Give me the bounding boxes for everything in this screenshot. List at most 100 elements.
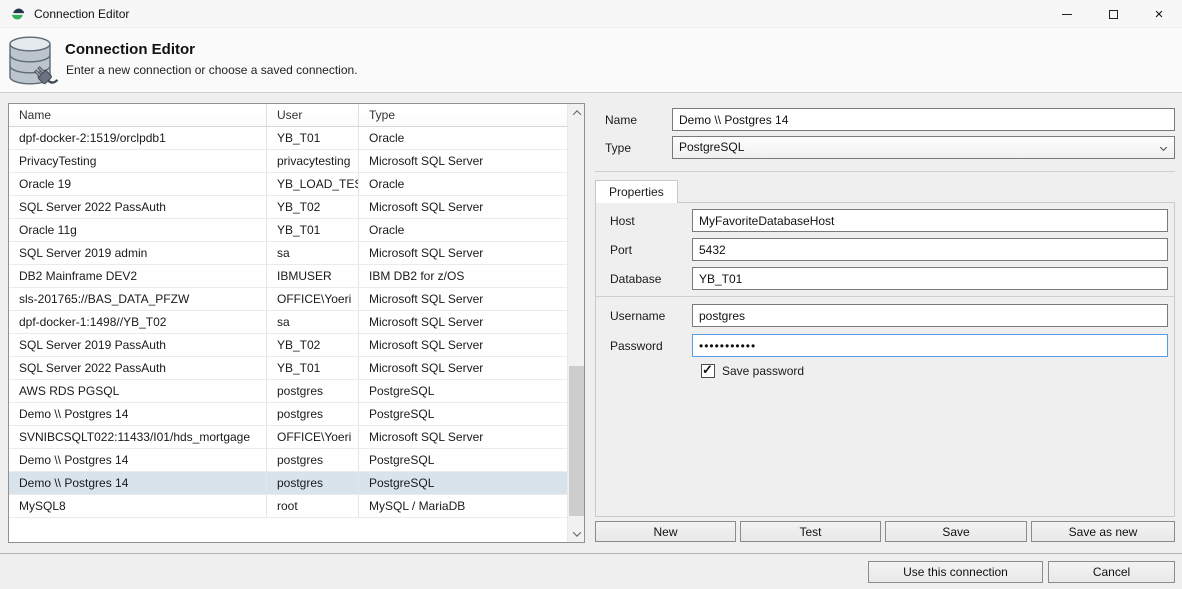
cell-user: root xyxy=(267,495,359,517)
saved-connections-table: Name User Type dpf-docker-2:1519/orclpdb… xyxy=(8,103,585,543)
cell-name: SQL Server 2019 PassAuth xyxy=(9,334,267,356)
cell-name: Demo \\ Postgres 14 xyxy=(9,403,267,425)
cell-type: Microsoft SQL Server xyxy=(359,334,567,356)
column-header-name[interactable]: Name xyxy=(9,104,267,126)
form-divider xyxy=(595,171,1175,172)
table-row[interactable]: Oracle 19 YB_LOAD_TEST Oracle xyxy=(9,173,567,196)
save-password-checkbox[interactable] xyxy=(701,364,715,378)
cell-name: MySQL8 xyxy=(9,495,267,517)
cell-name: SQL Server 2022 PassAuth xyxy=(9,357,267,379)
cell-type: MySQL / MariaDB xyxy=(359,495,567,517)
cell-type: Microsoft SQL Server xyxy=(359,311,567,333)
cell-name: Oracle 19 xyxy=(9,173,267,195)
app-logo-icon xyxy=(10,6,26,22)
cell-type: Oracle xyxy=(359,127,567,149)
table-row[interactable]: dpf-docker-1:1498//YB_T02 sa Microsoft S… xyxy=(9,311,567,334)
username-input[interactable] xyxy=(692,304,1168,327)
cell-user: privacytesting xyxy=(267,150,359,172)
cell-name: dpf-docker-1:1498//YB_T02 xyxy=(9,311,267,333)
page-title: Connection Editor xyxy=(65,41,195,58)
save-as-new-button[interactable]: Save as new xyxy=(1031,521,1175,542)
table-row[interactable]: MySQL8 root MySQL / MariaDB xyxy=(9,495,567,518)
table-row[interactable]: SQL Server 2019 PassAuth YB_T02 Microsof… xyxy=(9,334,567,357)
cell-user: postgres xyxy=(267,380,359,402)
username-label: Username xyxy=(610,309,665,323)
cell-name: Oracle 11g xyxy=(9,219,267,241)
cell-user: OFFICE\Yoeri xyxy=(267,426,359,448)
cell-name: DB2 Mainframe DEV2 xyxy=(9,265,267,287)
table-row[interactable]: dpf-docker-2:1519/orclpdb1 YB_T01 Oracle xyxy=(9,127,567,150)
cell-type: Microsoft SQL Server xyxy=(359,426,567,448)
table-row[interactable]: AWS RDS PGSQL postgres PostgreSQL xyxy=(9,380,567,403)
cell-type: Oracle xyxy=(359,219,567,241)
database-input[interactable] xyxy=(692,267,1168,290)
test-button[interactable]: Test xyxy=(740,521,881,542)
title-bar: Connection Editor × xyxy=(0,0,1182,28)
table-row[interactable]: SQL Server 2019 admin sa Microsoft SQL S… xyxy=(9,242,567,265)
cell-user: postgres xyxy=(267,403,359,425)
maximize-icon xyxy=(1109,10,1118,19)
cell-name: PrivacyTesting xyxy=(9,150,267,172)
minimize-icon xyxy=(1062,14,1072,15)
cell-user: sa xyxy=(267,311,359,333)
table-row[interactable]: Demo \\ Postgres 14 postgres PostgreSQL xyxy=(9,472,567,495)
credentials-divider xyxy=(596,296,1174,297)
close-button[interactable]: × xyxy=(1136,0,1182,28)
table-row[interactable]: SQL Server 2022 PassAuth YB_T01 Microsof… xyxy=(9,357,567,380)
cell-user: YB_T02 xyxy=(267,196,359,218)
use-this-connection-button[interactable]: Use this connection xyxy=(868,561,1043,583)
table-row[interactable]: DB2 Mainframe DEV2 IBMUSER IBM DB2 for z… xyxy=(9,265,567,288)
database-label: Database xyxy=(610,272,661,286)
cell-name: Demo \\ Postgres 14 xyxy=(9,449,267,471)
header-banner: Connection Editor Enter a new connection… xyxy=(0,28,1182,93)
cell-name: SVNIBCSQLT022:11433/I01/hds_mortgage xyxy=(9,426,267,448)
cell-user: OFFICE\Yoeri xyxy=(267,288,359,310)
port-label: Port xyxy=(610,243,632,257)
cell-user: YB_T01 xyxy=(267,357,359,379)
cell-user: postgres xyxy=(267,449,359,471)
scroll-up-button[interactable] xyxy=(568,104,585,121)
port-input[interactable] xyxy=(692,238,1168,261)
table-row[interactable]: SVNIBCSQLT022:11433/I01/hds_mortgage OFF… xyxy=(9,426,567,449)
combo-chevron-down-icon xyxy=(1160,144,1167,151)
cell-user: postgres xyxy=(267,472,359,494)
host-input[interactable] xyxy=(692,209,1168,232)
page-subtitle: Enter a new connection or choose a saved… xyxy=(66,63,358,77)
minimize-button[interactable] xyxy=(1044,0,1090,28)
column-header-type[interactable]: Type xyxy=(359,104,567,126)
table-row[interactable]: SQL Server 2022 PassAuth YB_T02 Microsof… xyxy=(9,196,567,219)
footer-divider xyxy=(0,553,1182,554)
maximize-button[interactable] xyxy=(1090,0,1136,28)
scrollbar-thumb[interactable] xyxy=(569,366,584,516)
chevron-up-icon xyxy=(572,110,580,118)
table-row[interactable]: Demo \\ Postgres 14 postgres PostgreSQL xyxy=(9,449,567,472)
scroll-down-button[interactable] xyxy=(568,525,585,542)
cell-type: Microsoft SQL Server xyxy=(359,196,567,218)
column-header-user[interactable]: User xyxy=(267,104,359,126)
cell-type: PostgreSQL xyxy=(359,449,567,471)
cell-type: PostgreSQL xyxy=(359,380,567,402)
connection-editor-window: Connection Editor × Connection Editor En… xyxy=(0,0,1182,589)
type-select[interactable]: PostgreSQL xyxy=(672,136,1175,159)
table-row[interactable]: sls-201765://BAS_DATA_PFZW OFFICE\Yoeri … xyxy=(9,288,567,311)
cell-name: dpf-docker-2:1519/orclpdb1 xyxy=(9,127,267,149)
connection-name-input[interactable] xyxy=(672,108,1175,131)
table-row[interactable]: Demo \\ Postgres 14 postgres PostgreSQL xyxy=(9,403,567,426)
cell-user: YB_LOAD_TEST xyxy=(267,173,359,195)
cell-user: YB_T01 xyxy=(267,127,359,149)
cancel-button[interactable]: Cancel xyxy=(1048,561,1175,583)
cell-type: Microsoft SQL Server xyxy=(359,242,567,264)
cell-user: YB_T01 xyxy=(267,219,359,241)
table-row[interactable]: PrivacyTesting privacytesting Microsoft … xyxy=(9,150,567,173)
password-input[interactable] xyxy=(692,334,1168,357)
new-button[interactable]: New xyxy=(595,521,736,542)
type-label: Type xyxy=(605,141,631,155)
tab-properties[interactable]: Properties xyxy=(595,180,678,203)
table-scrollbar[interactable] xyxy=(567,104,584,542)
host-label: Host xyxy=(610,214,635,228)
save-button[interactable]: Save xyxy=(885,521,1027,542)
cell-type: PostgreSQL xyxy=(359,472,567,494)
cell-user: IBMUSER xyxy=(267,265,359,287)
table-row[interactable]: Oracle 11g YB_T01 Oracle xyxy=(9,219,567,242)
cell-type: IBM DB2 for z/OS xyxy=(359,265,567,287)
